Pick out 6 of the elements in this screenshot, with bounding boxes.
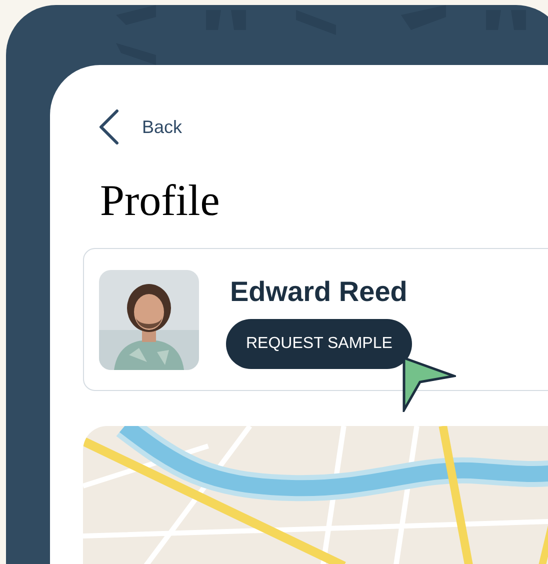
- profile-name: Edward Reed: [230, 274, 408, 308]
- back-button[interactable]: Back: [98, 109, 182, 145]
- page-title: Profile: [100, 179, 221, 223]
- back-icon: [98, 109, 120, 145]
- cursor-icon: [402, 356, 456, 412]
- request-sample-button[interactable]: REQUEST SAMPLE: [226, 318, 412, 368]
